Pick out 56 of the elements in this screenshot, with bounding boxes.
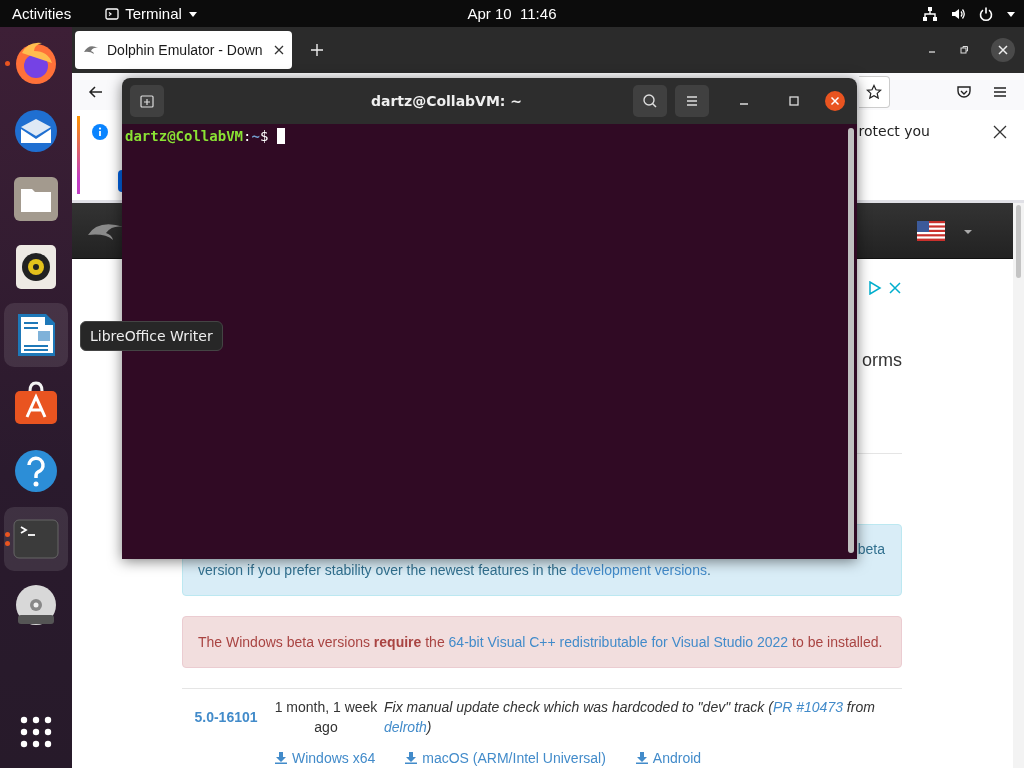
scrollbar[interactable] [848, 128, 854, 553]
download-icon [275, 752, 287, 764]
shell-prompt: dartz@CollabVM:~$ [125, 128, 269, 145]
new-tab-button[interactable] [130, 85, 164, 117]
back-icon[interactable] [88, 83, 104, 100]
restore-icon[interactable] [959, 45, 969, 55]
browser-tab[interactable]: Dolphin Emulator - Down [75, 31, 292, 69]
download-link[interactable]: Windows x64 [275, 750, 376, 766]
text-cursor [277, 128, 286, 144]
folder-icon [12, 175, 60, 223]
flag-icon[interactable] [917, 220, 945, 241]
writer-launcher[interactable] [4, 303, 68, 367]
download-icon [635, 752, 648, 764]
build-description: Fix manual update check which was hardcoded to "dev" track (PR #10473 from delroth) [383, 698, 876, 737]
download-link[interactable]: macOS (ARM/Intel Universal) [405, 750, 606, 766]
pocket-icon[interactable] [956, 83, 972, 100]
window-title: dartz@CollabVM: ~ [369, 93, 524, 109]
star-icon[interactable] [866, 83, 882, 100]
mail-icon [12, 107, 60, 155]
ad-choices-icon[interactable] [868, 281, 882, 295]
download-link[interactable]: Android [635, 750, 702, 766]
app-grid-icon[interactable] [20, 716, 52, 748]
section-heading: orms [862, 350, 902, 371]
alert-text: The Windows beta versions require the 64-bit Visual C++ redistributable for Visual Studio 2022 to be installed. [198, 634, 883, 650]
download-icon [405, 752, 418, 764]
scrollbar[interactable] [1013, 203, 1024, 768]
info-icon [92, 124, 108, 140]
link[interactable]: development versions [570, 562, 707, 578]
close-icon[interactable] [993, 125, 1007, 139]
version-link[interactable]: 5.0-16101 [182, 707, 270, 727]
tooltip: LibreOffice Writer [80, 321, 223, 351]
address-bar[interactable] [859, 75, 890, 108]
help-icon [12, 447, 60, 495]
clock[interactable]: Apr 10 11:46 [467, 5, 557, 22]
build-date: 1 month, 1 week ago [273, 698, 379, 737]
menu-icon [684, 93, 700, 109]
alert-text: version if you prefer stability over the newest features in the development versions. [198, 561, 712, 580]
power-icon[interactable] [978, 5, 994, 22]
activities-button[interactable]: Activities [12, 5, 72, 22]
app-menu[interactable]: Terminal [105, 5, 198, 22]
close-icon[interactable] [274, 45, 284, 55]
notification-text: rotect you [858, 122, 930, 139]
search-button[interactable] [633, 85, 667, 117]
maximize-icon[interactable] [789, 96, 799, 106]
close-icon[interactable] [825, 91, 845, 111]
menu-button[interactable] [675, 85, 709, 117]
new-tab-icon[interactable] [310, 43, 324, 57]
close-icon[interactable] [991, 38, 1015, 62]
network-icon[interactable] [922, 5, 938, 22]
new-tab-icon [139, 93, 155, 109]
link[interactable]: delroth [384, 719, 427, 735]
search-icon [642, 93, 658, 109]
shopping-bag-icon [12, 379, 60, 427]
alert-text: beta [857, 540, 885, 559]
terminal-icon [105, 6, 120, 21]
link[interactable]: 64-bit Visual C++ redistributable for Visual Studio 2022 [448, 634, 789, 650]
